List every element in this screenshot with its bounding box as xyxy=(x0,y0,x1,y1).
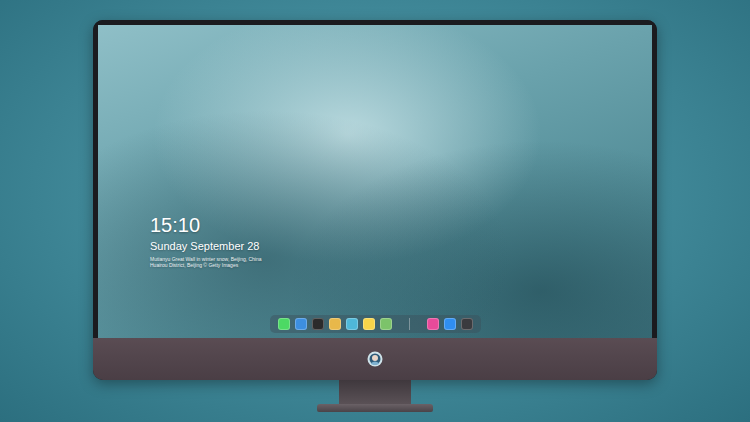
monitor-stand-base xyxy=(317,404,433,412)
dock-app-icon[interactable] xyxy=(312,318,324,330)
dock-app-icon[interactable] xyxy=(461,318,473,330)
monitor-bezel: 15:10 Sunday September 28 Mutianyu Great W… xyxy=(93,20,657,338)
clock-date: Sunday September 28 xyxy=(150,239,652,253)
monitor: 15:10 Sunday September 28 Mutianyu Great W… xyxy=(93,20,657,380)
lock-screen[interactable]: 15:10 Sunday September 28 Mutianyu Great W… xyxy=(98,25,652,338)
dock-app-icon[interactable] xyxy=(427,318,439,330)
wallpaper-caption: Mutianyu Great Wall in winter snow, Beij… xyxy=(150,256,652,268)
dock-app-icon[interactable] xyxy=(329,318,341,330)
monitor-chin xyxy=(93,338,657,380)
caption-line: Mutianyu Great Wall in winter snow, Beij… xyxy=(150,256,652,262)
dock-app-icon[interactable] xyxy=(363,318,375,330)
dock xyxy=(270,315,481,333)
dock-app-icon[interactable] xyxy=(346,318,358,330)
clock-time: 15:10 xyxy=(150,213,652,237)
dock-app-icon[interactable] xyxy=(444,318,456,330)
dock-app-icon[interactable] xyxy=(380,318,392,330)
dock-divider xyxy=(409,318,410,330)
dock-app-icon[interactable] xyxy=(278,318,290,330)
caption-line: Huairou District, Beijing © Getty Images xyxy=(150,262,652,268)
dock-row xyxy=(150,315,652,333)
desktop-background: 15:10 Sunday September 28 Mutianyu Great W… xyxy=(0,0,750,422)
lock-info: 15:10 Sunday September 28 Mutianyu Great W… xyxy=(150,213,652,268)
monitor-stand-neck xyxy=(339,380,411,404)
dock-app-icon[interactable] xyxy=(295,318,307,330)
brand-logo-icon xyxy=(367,351,383,367)
